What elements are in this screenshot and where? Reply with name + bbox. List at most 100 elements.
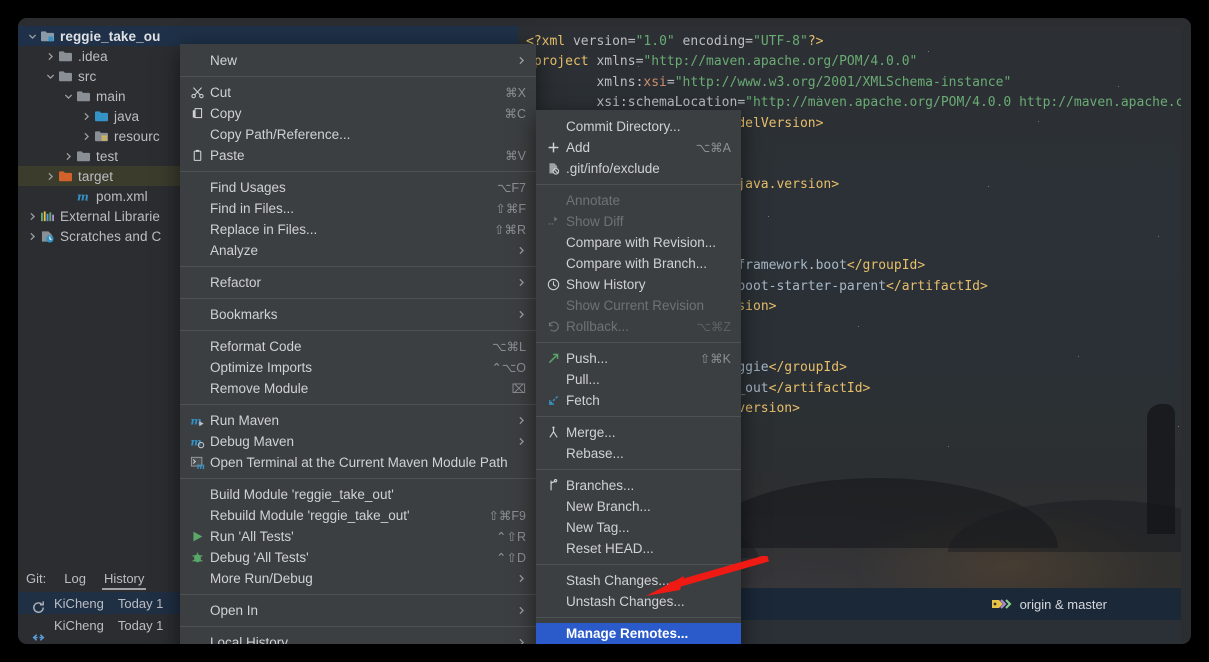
menu-separator — [180, 298, 536, 299]
menu-item-push[interactable]: Push... ⇧⌘K — [536, 348, 741, 369]
git-tool-title: Git: — [26, 570, 47, 586]
chevron-down-icon — [28, 33, 37, 39]
menu-item-find-in-files[interactable]: Find in Files... ⇧⌘F — [180, 198, 536, 219]
menu-item-new-tag[interactable]: New Tag... — [536, 517, 741, 538]
collapse-icon[interactable] — [24, 622, 52, 644]
menu-item-label: Debug 'All Tests' — [210, 550, 309, 565]
tree-node-label: test — [96, 148, 119, 164]
chevron-down-icon[interactable] — [44, 70, 57, 83]
menu-item-label: Local History — [210, 635, 289, 644]
menu-item-compare-with-revision[interactable]: Compare with Revision... — [536, 232, 741, 253]
git-tab-history[interactable]: History — [101, 566, 147, 590]
menu-item-find-usages[interactable]: Find Usages ⌥F7 — [180, 177, 536, 198]
menu-item-rebuild-module-reggie-take-out[interactable]: Rebuild Module 'reggie_take_out' ⇧⌘F9 — [180, 505, 536, 526]
run-icon — [192, 531, 202, 542]
chevron-right-icon[interactable] — [26, 230, 39, 243]
tree-node-label: pom.xml — [96, 188, 148, 204]
external-libraries-icon — [40, 210, 54, 221]
module-icon — [40, 30, 54, 41]
tree-node-reggie-take-ou[interactable]: reggie_take_ou — [18, 26, 518, 46]
push-icon — [548, 353, 558, 364]
chevron-right-icon — [48, 52, 54, 60]
menu-item-build-module-reggie-take-out[interactable]: Build Module 'reggie_take_out' — [180, 484, 536, 505]
window-top-strip — [18, 18, 1191, 26]
menu-item-local-history[interactable]: Local History — [180, 632, 536, 644]
menu-item-new[interactable]: New — [180, 50, 536, 71]
menu-item-git-info-exclude[interactable]: .git/info/exclude — [536, 158, 741, 179]
menu-item-manage-remotes[interactable]: Manage Remotes... — [536, 623, 741, 644]
branch-indicator[interactable]: origin & master — [991, 597, 1107, 612]
chevron-right-icon — [519, 278, 525, 287]
chevron-right-icon[interactable] — [44, 50, 57, 63]
menu-item-label: Replace in Files... — [210, 222, 318, 237]
menu-item-analyze[interactable]: Analyze — [180, 240, 536, 261]
menu-item-debug-maven[interactable]: m Debug Maven — [180, 431, 536, 452]
menu-item-label: Analyze — [210, 243, 259, 258]
menu-item-merge[interactable]: Merge... — [536, 422, 741, 443]
menu-item-replace-in-files[interactable]: Replace in Files... ⇧⌘R — [180, 219, 536, 240]
no-chevron — [62, 190, 75, 203]
menu-item-open-in[interactable]: Open In — [180, 600, 536, 621]
menu-item-shortcut: ⌥⌘L — [492, 340, 526, 354]
folder-icon — [75, 88, 91, 104]
maven-run-icon: m — [190, 415, 204, 427]
menu-item-label: Debug Maven — [210, 434, 295, 449]
chevron-down-icon[interactable] — [26, 30, 39, 43]
menu-item-commit-directory[interactable]: Commit Directory... — [536, 116, 741, 137]
refresh-icon[interactable] — [24, 592, 52, 622]
menu-item-new-branch[interactable]: New Branch... — [536, 496, 741, 517]
menu-separator — [536, 416, 741, 417]
menu-item-more-run-debug[interactable]: More Run/Debug — [180, 568, 536, 589]
git-side-toolbar[interactable] — [24, 592, 52, 644]
menu-item-rebase[interactable]: Rebase... — [536, 443, 741, 464]
menu-item-fetch[interactable]: Fetch — [536, 390, 741, 411]
menu-item-copy[interactable]: Copy ⌘C — [180, 103, 536, 124]
menu-item-debug-all-tests[interactable]: Debug 'All Tests' ⌃⇧D — [180, 547, 536, 568]
menu-item-run-maven[interactable]: m Run Maven — [180, 410, 536, 431]
chevron-right-icon[interactable] — [80, 110, 93, 123]
menu-item-bookmarks[interactable]: Bookmarks — [180, 304, 536, 325]
menu-item-compare-with-branch[interactable]: Compare with Branch... — [536, 253, 741, 274]
menu-item-run-all-tests[interactable]: Run 'All Tests' ⌃⇧R — [180, 526, 536, 547]
git-submenu[interactable]: Commit Directory... Add ⌥⌘A .git/info/exclu… — [536, 110, 741, 644]
tree-node-label: resourc — [114, 128, 160, 144]
terminal-icon: m — [190, 456, 204, 470]
context-menu[interactable]: New Cut ⌘X Copy ⌘C Copy Path/Reference... Past… — [180, 44, 536, 644]
menu-item-shortcut: ⌃⇧D — [496, 551, 526, 565]
menu-item-show-history[interactable]: Show History — [536, 274, 741, 295]
maven-debug-icon: m — [190, 436, 204, 448]
chevron-down-icon[interactable] — [62, 90, 75, 103]
folder-icon — [76, 90, 90, 101]
menu-item-refactor[interactable]: Refactor — [180, 272, 536, 293]
chevron-right-icon[interactable] — [26, 210, 39, 223]
menu-item-label: Find Usages — [210, 180, 286, 195]
menu-item-label: Unstash Changes... — [566, 594, 685, 609]
code-line: <?xml version="1.0" encoding="UTF-8"?> — [526, 32, 1181, 52]
folder-icon — [75, 148, 91, 164]
menu-item-optimize-imports[interactable]: Optimize Imports ⌃⌥O — [180, 357, 536, 378]
menu-item-remove-module[interactable]: Remove Module ⌧ — [180, 378, 536, 399]
menu-item-shortcut: ⇧⌘F9 — [488, 509, 526, 523]
menu-item-label: Reformat Code — [210, 339, 302, 354]
menu-item-branches[interactable]: Branches... — [536, 475, 741, 496]
chevron-right-icon[interactable] — [44, 170, 57, 183]
code-token: "UTF-8" — [753, 34, 808, 49]
menu-item-label: Cut — [210, 85, 232, 100]
menu-item-add[interactable]: Add ⌥⌘A — [536, 137, 741, 158]
menu-item-paste[interactable]: Paste ⌘V — [180, 145, 536, 166]
menu-item-pull[interactable]: Pull... — [536, 369, 741, 390]
git-tab-log[interactable]: Log — [64, 566, 86, 590]
menu-item-reset-head[interactable]: Reset HEAD... — [536, 538, 741, 559]
menu-item-unstash-changes[interactable]: Unstash Changes... — [536, 591, 741, 612]
tree-node-label: reggie_take_ou — [60, 28, 161, 44]
chevron-right-icon[interactable] — [80, 130, 93, 143]
menu-item-label: New Tag... — [566, 520, 630, 535]
menu-item-reformat-code[interactable]: Reformat Code ⌥⌘L — [180, 336, 536, 357]
menu-item-copy-path-reference[interactable]: Copy Path/Reference... — [180, 124, 536, 145]
chevron-right-icon[interactable] — [62, 150, 75, 163]
menu-item-cut[interactable]: Cut ⌘X — [180, 82, 536, 103]
menu-item-show-diff: Show Diff — [536, 211, 741, 232]
menu-item-shortcut: ⌃⇧R — [496, 530, 526, 544]
menu-item-stash-changes[interactable]: Stash Changes... — [536, 570, 741, 591]
menu-item-open-terminal-at-the-current-maven-module-path[interactable]: m Open Terminal at the Current Maven Modu… — [180, 452, 536, 473]
